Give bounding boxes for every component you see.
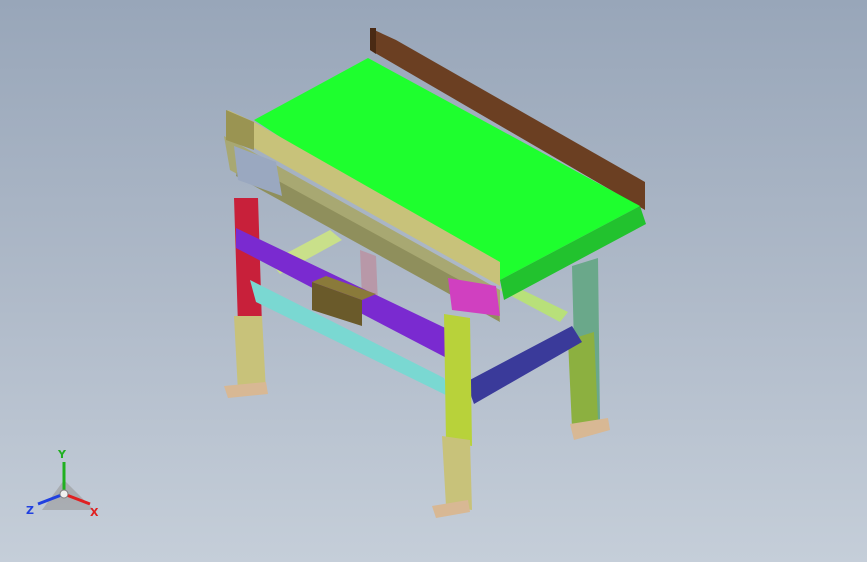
leg-front-right-lower[interactable] [442, 436, 472, 510]
brace-blue-lower[interactable] [466, 326, 582, 404]
triad-x-label: X [90, 506, 99, 519]
conveyor-model[interactable] [0, 0, 867, 562]
triad-z-label: Z [26, 504, 34, 517]
leg-front-left-lower[interactable] [234, 316, 266, 392]
leg-front-right[interactable] [444, 314, 472, 446]
foot-front-left[interactable] [224, 382, 268, 398]
axis-triad: Y X Z [18, 440, 118, 540]
triad-origin [59, 489, 69, 499]
triad-y-label: Y [57, 448, 67, 461]
cad-viewport[interactable]: Y X Z [0, 0, 867, 562]
drive-end-housing[interactable] [448, 278, 500, 316]
back-side-guard-edge [370, 28, 376, 54]
leg-front-left[interactable] [234, 198, 262, 326]
